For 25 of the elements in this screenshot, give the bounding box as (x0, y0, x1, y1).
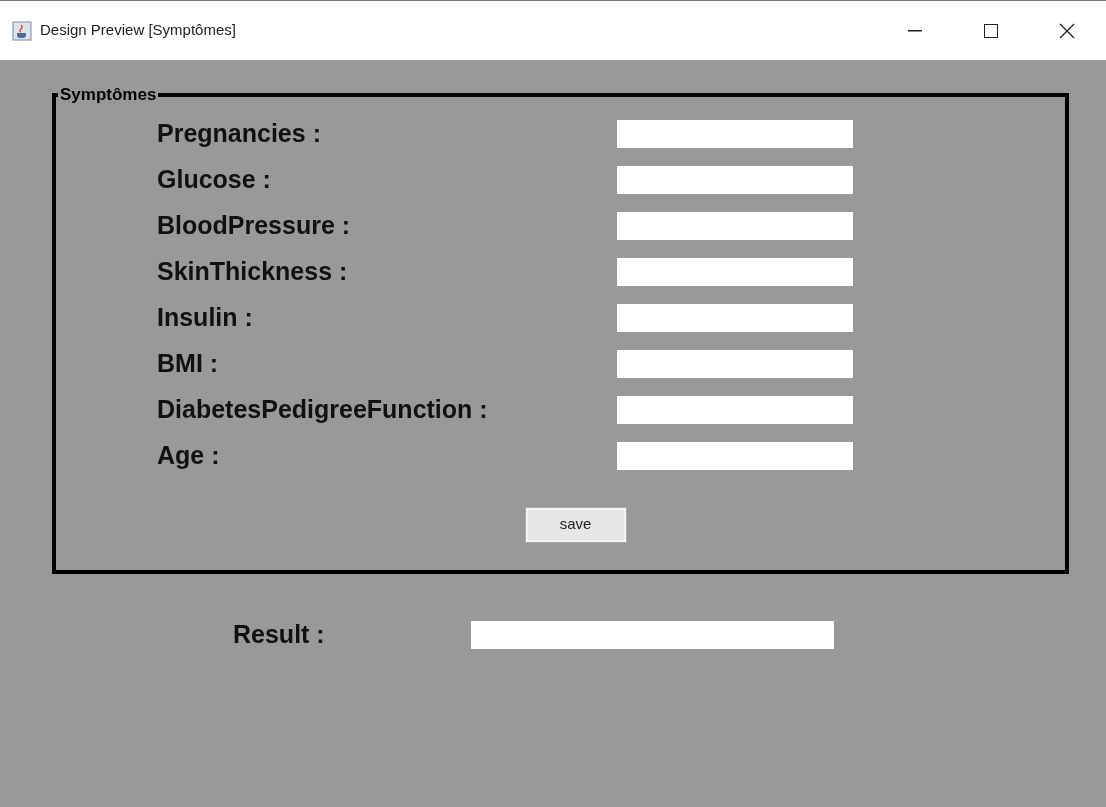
field-label: Pregnancies : (157, 117, 322, 149)
input-field[interactable] (617, 119, 853, 148)
input-field[interactable] (617, 395, 853, 424)
input-field[interactable] (617, 257, 853, 286)
field-label: DiabetesPedigreeFunction : (157, 393, 489, 425)
close-icon (1059, 22, 1075, 39)
field-label: Glucose : (157, 163, 272, 195)
field-label: BloodPressure : (157, 209, 352, 241)
field-label: Insulin : (157, 301, 254, 333)
java-cup-icon (12, 20, 32, 41)
input-field[interactable] (617, 441, 853, 470)
result-label: Result : (233, 619, 326, 651)
window-title: Design Preview [Symptômes] (40, 20, 236, 41)
input-field[interactable] (617, 211, 853, 240)
field-label: BMI : (157, 347, 220, 379)
save-button[interactable]: save (525, 507, 626, 542)
maximize-icon (984, 23, 998, 38)
result-field[interactable] (471, 621, 834, 649)
input-field[interactable] (617, 349, 853, 378)
input-field[interactable] (617, 165, 853, 194)
field-label: SkinThickness : (157, 255, 349, 287)
input-field[interactable] (617, 303, 853, 332)
panel-title: Symptômes (59, 84, 158, 106)
field-label: Age : (157, 439, 221, 471)
minimize-icon (908, 29, 922, 32)
